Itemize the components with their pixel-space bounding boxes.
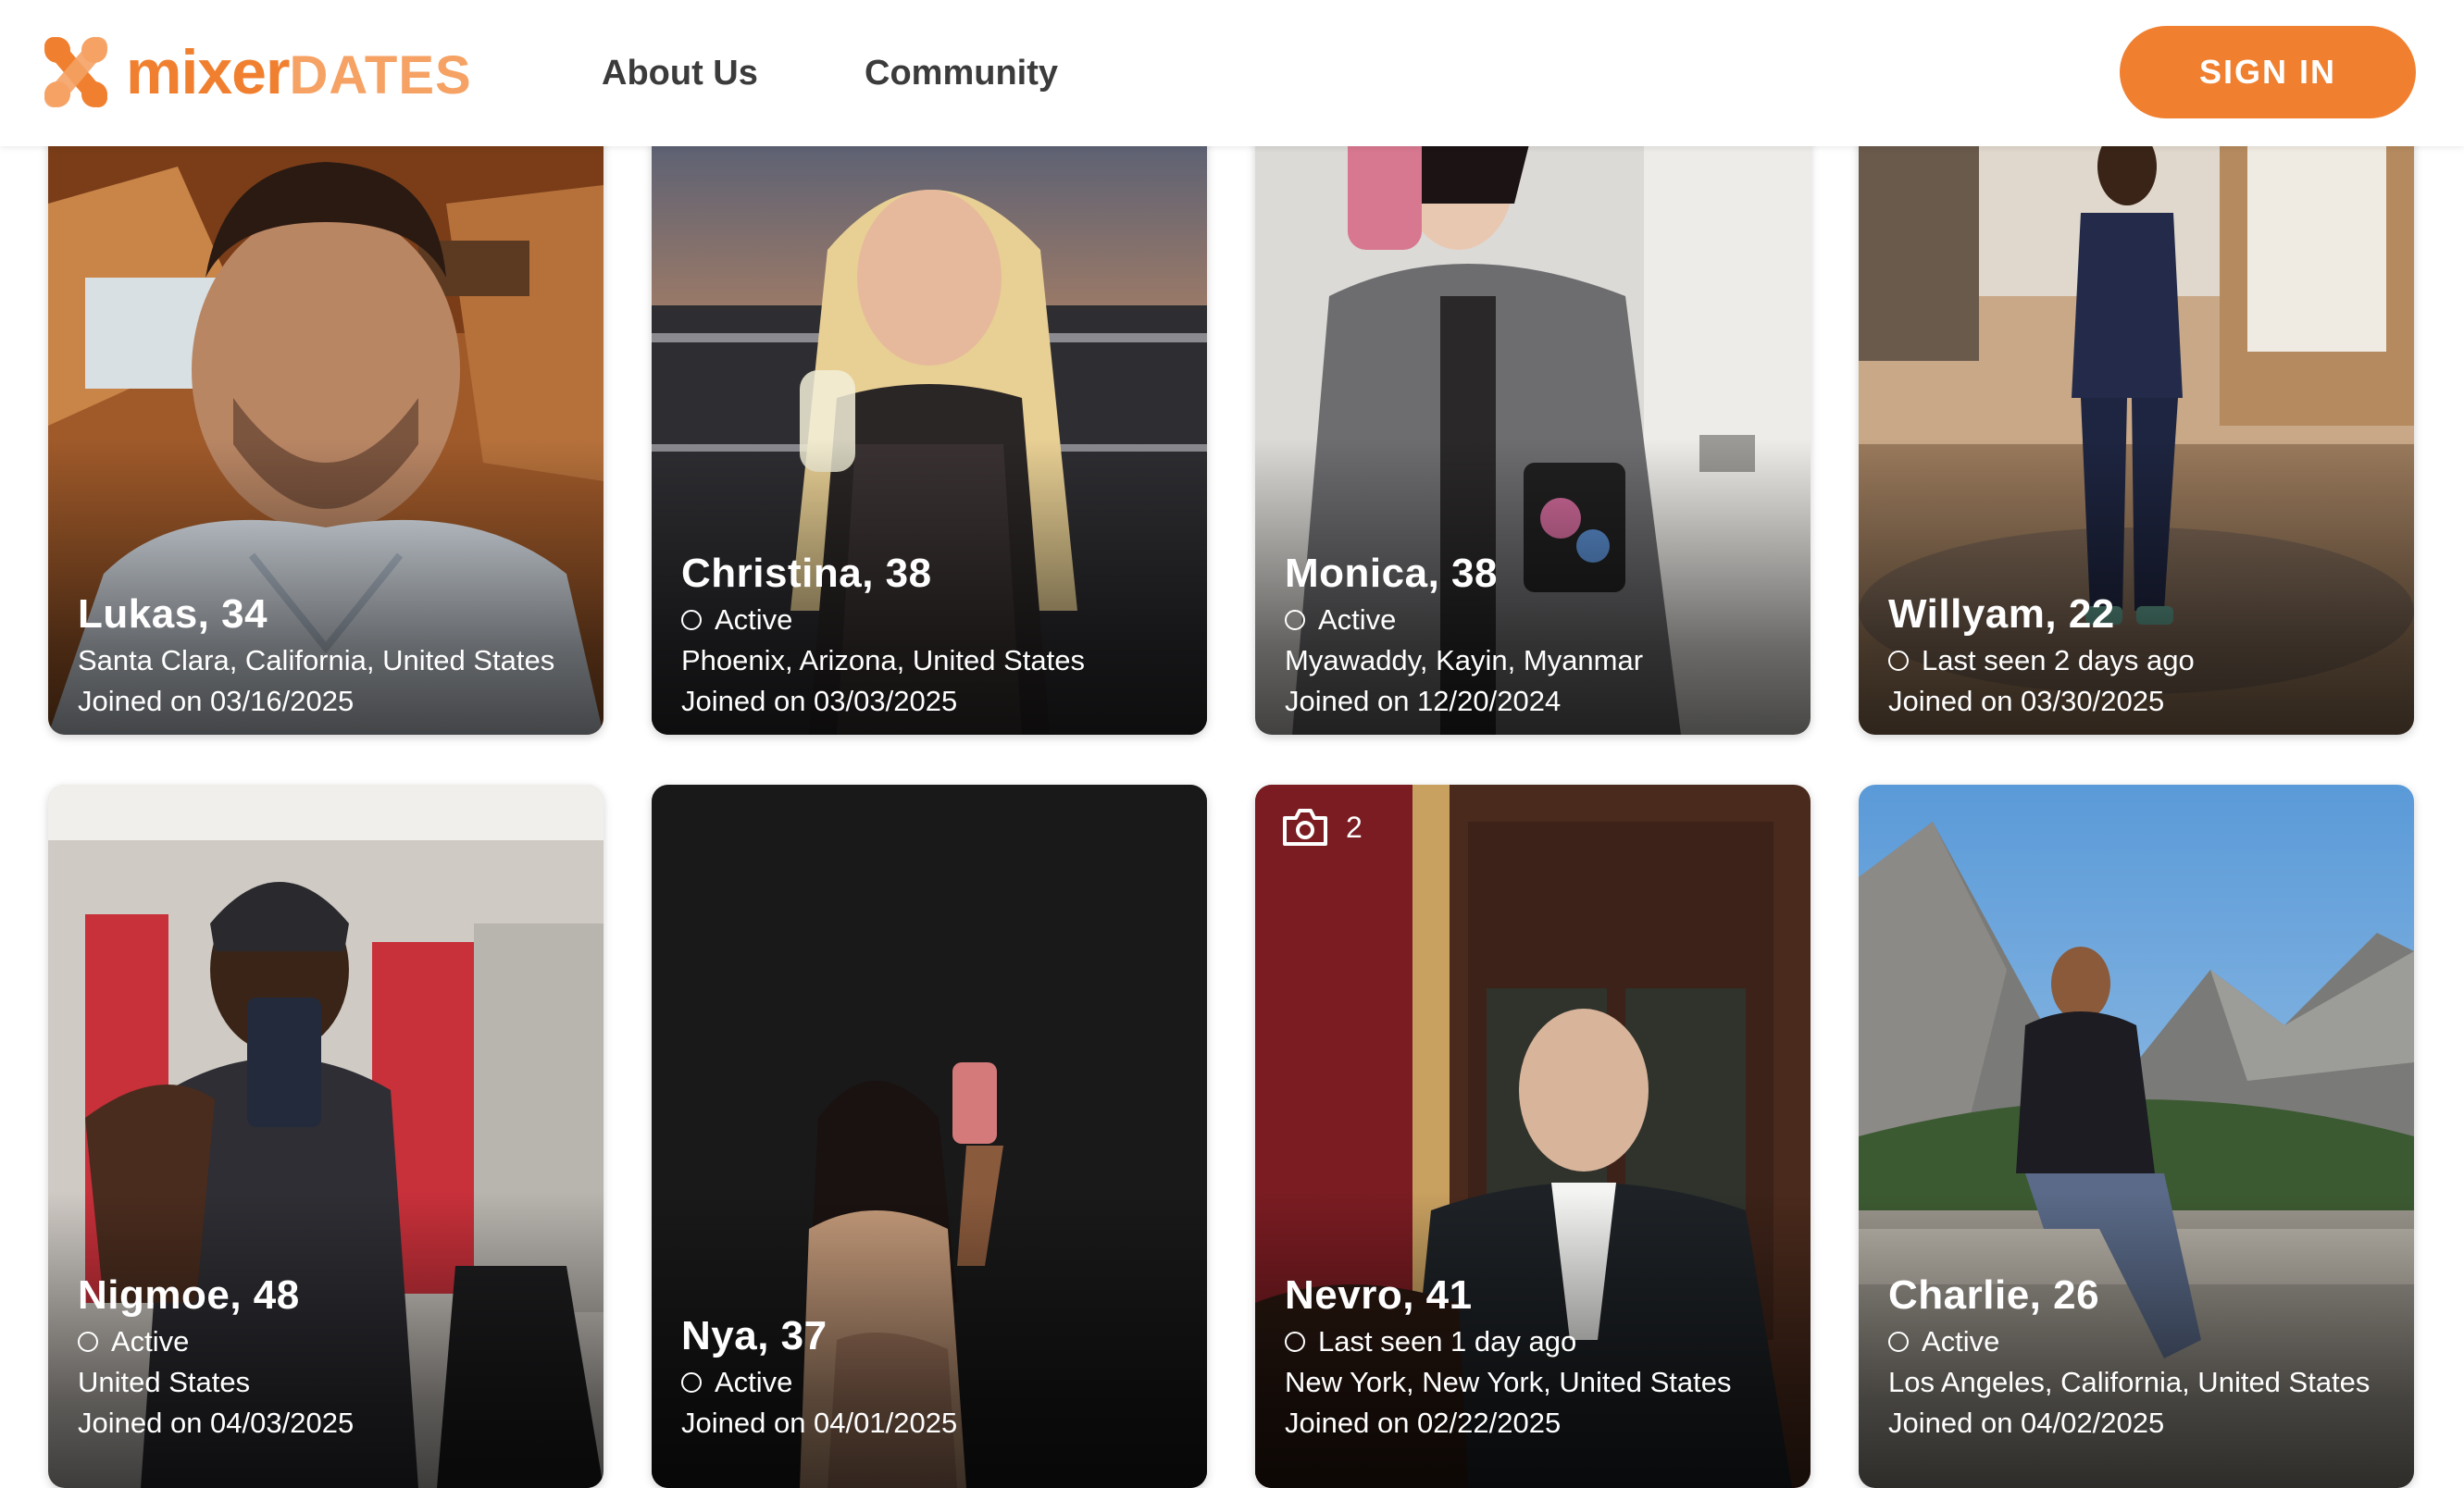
profile-status-text: Last seen 2 days ago [1922,644,2195,676]
photo-count-value: 2 [1346,810,1363,844]
profile-location: Los Angeles, California, United States [1888,1366,2371,1398]
profile-location: United States [78,1366,251,1398]
profile-name: Nevro, 41 [1285,1272,1473,1318]
site-header: mixerDATES About Us Community SIGN IN [0,0,2464,146]
profile-name: Charlie, 26 [1888,1272,2100,1318]
status-circle-icon [1285,1332,1305,1352]
profile-status-text: Active [715,603,793,636]
profile-location: Santa Clara, California, United States [78,644,555,676]
profile-name: Christina, 38 [681,551,932,596]
profile-card-nya[interactable]: Nya, 37 Active Joined on 04/01/2025 [652,785,1207,1488]
status-circle-icon [681,1372,702,1393]
profile-status-text: Active [111,1325,190,1358]
logo-text-mixer: mixer [126,37,290,107]
profile-joined: Joined on 03/16/2025 [78,685,355,717]
profile-name: Monica, 38 [1285,551,1498,596]
profile-location: Myawaddy, Kayin, Myanmar [1285,644,1644,676]
profile-grid: Lukas, 34 Santa Clara, California, Unite… [0,0,2464,1488]
profile-info: Christina, 38 Active Phoenix, Arizona, U… [681,548,1188,722]
profile-card-nevro[interactable]: 2 Nevro, 41 Last seen 1 day ago New York… [1255,785,1811,1488]
profile-status-text: Active [1922,1325,2000,1358]
profile-status: Last seen 2 days ago [1888,640,2396,681]
profile-name: Willyam, 22 [1888,591,2115,637]
profile-joined: Joined on 03/30/2025 [1888,685,2165,717]
profile-status-text: Active [1318,603,1397,636]
profile-info: Charlie, 26 Active Los Angeles, Californ… [1888,1270,2396,1444]
status-circle-icon [681,610,702,630]
profile-info: Nevro, 41 Last seen 1 day ago New York, … [1285,1270,1792,1444]
profile-info: Lukas, 34 Santa Clara, California, Unite… [78,589,585,722]
logo-wordmark: mixerDATES [126,41,472,104]
status-circle-icon [1888,1332,1909,1352]
profile-status: Active [78,1321,585,1362]
profile-card-lukas[interactable]: Lukas, 34 Santa Clara, California, Unite… [48,93,604,735]
nav-about-us[interactable]: About Us [602,48,758,98]
profile-card-christina[interactable]: Christina, 38 Active Phoenix, Arizona, U… [652,93,1207,735]
status-circle-icon [1888,651,1909,671]
profile-card-monica[interactable]: Monica, 38 Active Myawaddy, Kayin, Myanm… [1255,93,1811,735]
profile-status: Active [1285,600,1792,640]
profile-card-nigmoe[interactable]: Nigmoe, 48 Active United States Joined o… [48,785,604,1488]
profile-info: Willyam, 22 Last seen 2 days ago Joined … [1888,589,2396,722]
profile-location: New York, New York, United States [1285,1366,1732,1398]
profile-status: Last seen 1 day ago [1285,1321,1792,1362]
profile-name: Lukas, 34 [78,591,268,637]
profile-status: Active [1888,1321,2396,1362]
profile-name: Nigmoe, 48 [78,1272,300,1318]
profile-card-willyam[interactable]: Willyam, 22 Last seen 2 days ago Joined … [1859,93,2414,735]
profile-status-text: Last seen 1 day ago [1318,1325,1577,1358]
status-circle-icon [1285,610,1305,630]
mixerdates-logo[interactable]: mixerDATES [44,35,472,109]
profile-joined: Joined on 02/22/2025 [1285,1407,1562,1439]
profile-joined: Joined on 12/20/2024 [1285,685,1562,717]
x-logo-icon [44,35,107,109]
sign-in-button[interactable]: SIGN IN [2120,26,2416,118]
profile-info: Nya, 37 Active Joined on 04/01/2025 [681,1310,1188,1444]
logo-text-dates: DATES [289,45,472,105]
profile-status-text: Active [715,1366,793,1398]
profile-name: Nya, 37 [681,1313,828,1358]
profile-status: Active [681,1362,1188,1403]
profile-card-charlie[interactable]: Charlie, 26 Active Los Angeles, Californ… [1859,785,2414,1488]
profile-joined: Joined on 04/01/2025 [681,1407,958,1439]
profile-info: Nigmoe, 48 Active United States Joined o… [78,1270,585,1444]
profile-status: Active [681,600,1188,640]
profile-joined: Joined on 04/02/2025 [1888,1407,2165,1439]
profile-location: Phoenix, Arizona, United States [681,644,1085,676]
profile-joined: Joined on 03/03/2025 [681,685,958,717]
profile-joined: Joined on 04/03/2025 [78,1407,355,1439]
profile-info: Monica, 38 Active Myawaddy, Kayin, Myanm… [1285,548,1792,722]
photo-count-badge[interactable]: 2 [1281,807,1363,848]
nav-community[interactable]: Community [865,48,1058,98]
camera-icon [1283,809,1327,846]
status-circle-icon [78,1332,98,1352]
